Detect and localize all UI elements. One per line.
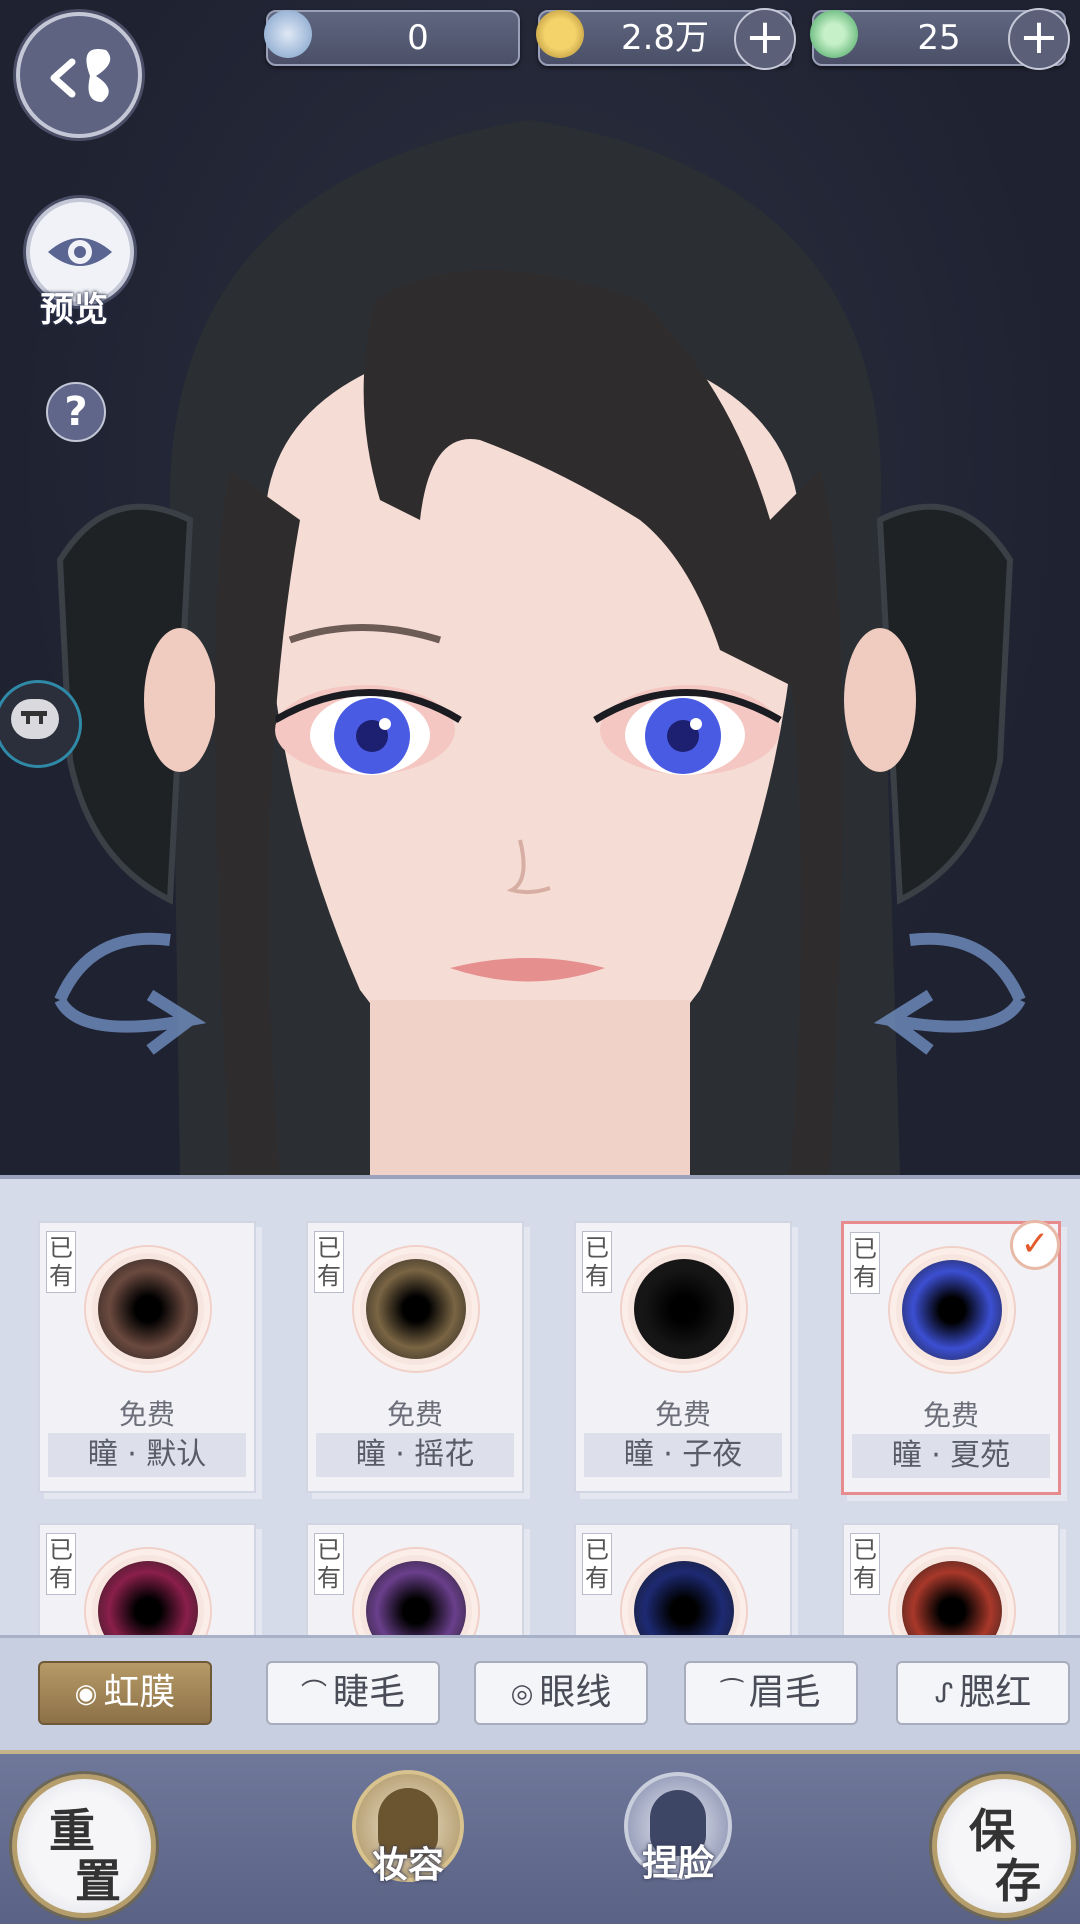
iris-item-card[interactable]: 已有免费瞳 · 夏苑 ✓ [841, 1220, 1061, 1495]
coin-value: 2.8万 [620, 18, 710, 58]
iris-color [634, 1259, 734, 1359]
owned-tag: 已有 [46, 1231, 76, 1293]
save-button[interactable]: 保 存 [932, 1774, 1076, 1918]
item-name: 瞳 · 默认 [48, 1433, 246, 1477]
iris-swatch [622, 1549, 746, 1639]
jade-currency-bar: 0 [264, 10, 520, 66]
iris-color [366, 1561, 466, 1639]
iris-item-card[interactable]: 已有 [842, 1523, 1060, 1639]
owned-tag: 已有 [850, 1232, 880, 1294]
reset-button[interactable]: 重 置 [12, 1774, 156, 1918]
iris-item-card[interactable]: 已有免费瞳 · 默认 [38, 1221, 256, 1493]
iris-swatch [86, 1247, 210, 1371]
iris-swatch [354, 1247, 478, 1371]
tab-icon: ᔑ [934, 1679, 954, 1709]
jade-value: 0 [407, 18, 429, 58]
token-currency-bar: 25 + [810, 8, 1070, 70]
item-name: 瞳 · 夏苑 [852, 1434, 1050, 1478]
owned-tag: 已有 [314, 1533, 344, 1595]
gold-coin-icon [536, 10, 584, 58]
tab-label: 虹膜 [103, 1672, 176, 1713]
tab-lashes[interactable]: ⌒ 睫毛 [266, 1661, 440, 1725]
tab-label: 眉毛 [748, 1672, 821, 1713]
iris-swatch [890, 1549, 1014, 1639]
iris-color [98, 1259, 198, 1359]
owned-tag: 已有 [582, 1533, 612, 1595]
iris-swatch [890, 1248, 1014, 1372]
item-name: 瞳 · 摇花 [316, 1433, 514, 1477]
iris-swatch [622, 1247, 746, 1371]
add-tokens-button[interactable]: + [1008, 8, 1070, 70]
add-coins-button[interactable]: + [734, 8, 796, 70]
help-button[interactable]: ? [46, 382, 106, 442]
tab-icon: ◎ [510, 1679, 534, 1709]
reset-label-2: 置 [75, 1854, 121, 1908]
iris-item-panel[interactable]: 已有 免费瞳 · 默认 已有 免费瞳 · 摇花 已有 免费瞳 · 子夜 已有 免费瞳 · 夏苑… [0, 1175, 1080, 1639]
selected-check-icon: ✓ [1010, 1220, 1060, 1270]
iris-item-card[interactable]: 已有 [306, 1523, 524, 1639]
back-button[interactable] [16, 12, 142, 138]
iris-item-card[interactable]: 已有 [38, 1523, 256, 1639]
iris-color [634, 1561, 734, 1639]
chat-face-icon [11, 699, 59, 739]
item-price: 免费 [654, 1398, 711, 1431]
tab-icon: ⁀ [721, 1679, 743, 1709]
iris-item-card[interactable]: 已有免费瞳 · 子夜 [574, 1221, 792, 1493]
owned-tag: 已有 [850, 1533, 880, 1595]
character-viewport[interactable]: 0 2.8万 + 25 + 预览 ? [0, 0, 1080, 1175]
owned-tag: 已有 [314, 1231, 344, 1293]
iris-color [902, 1561, 1002, 1639]
item-name: 瞳 · 子夜 [584, 1433, 782, 1477]
iris-item-card[interactable]: 已有 [574, 1523, 792, 1639]
owned-tag: 已有 [46, 1533, 76, 1595]
green-token-icon [810, 10, 858, 58]
iris-swatch [86, 1549, 210, 1639]
owned-tag: 已有 [582, 1231, 612, 1293]
face-mode-button[interactable]: 捏脸 [624, 1772, 732, 1884]
iris-swatch [354, 1549, 478, 1639]
butterfly-back-icon [50, 49, 111, 102]
bottom-nav: 重 置 妆容 捏脸 保 存 [0, 1750, 1080, 1924]
jade-coin-icon [264, 10, 312, 58]
iris-color [366, 1259, 466, 1359]
tab-label: 腮红 [959, 1672, 1032, 1713]
token-value: 25 [917, 18, 961, 58]
iris-item-card[interactable]: 已有免费瞳 · 摇花 [306, 1221, 524, 1493]
tab-iris[interactable]: ◉ 虹膜 [38, 1661, 212, 1725]
iris-color [98, 1561, 198, 1639]
tab-label: 睫毛 [333, 1672, 406, 1713]
makeup-tab-bar: ◉ 虹膜 ⌒ 睫毛 ◎ 眼线 ⁀ 眉毛 ᔑ 腮红 [0, 1635, 1080, 1753]
character-portrait [54, 120, 1026, 1175]
iris-color [902, 1260, 1002, 1360]
tab-brows[interactable]: ⁀ 眉毛 [684, 1661, 858, 1725]
tab-eyeliner[interactable]: ◎ 眼线 [474, 1661, 648, 1725]
tab-blush[interactable]: ᔑ 腮红 [896, 1661, 1070, 1725]
item-price: 免费 [922, 1399, 979, 1432]
makeup-mode-button[interactable]: 妆容 [352, 1770, 464, 1886]
tab-icon: ◉ [74, 1679, 98, 1709]
tab-icon: ⌒ [300, 1679, 327, 1709]
item-price: 免费 [118, 1398, 175, 1431]
save-label-2: 存 [995, 1854, 1041, 1908]
tab-label: 眼线 [539, 1672, 612, 1713]
coin-currency-bar: 2.8万 + [536, 8, 796, 70]
face-mode-label: 捏脸 [641, 1842, 714, 1884]
item-price: 免费 [386, 1398, 443, 1431]
makeup-mode-label: 妆容 [371, 1844, 444, 1886]
help-icon: ? [64, 389, 88, 435]
preview-label: 预览 [40, 290, 108, 330]
